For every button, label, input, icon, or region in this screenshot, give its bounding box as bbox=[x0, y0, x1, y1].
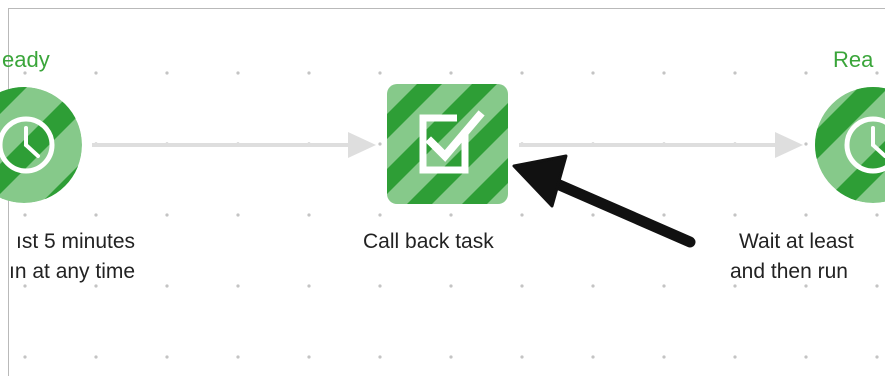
annotation-arrow bbox=[512, 154, 696, 248]
workflow-canvas[interactable]: eady ıst 5 minutes ın at any time Call b… bbox=[0, 0, 885, 376]
